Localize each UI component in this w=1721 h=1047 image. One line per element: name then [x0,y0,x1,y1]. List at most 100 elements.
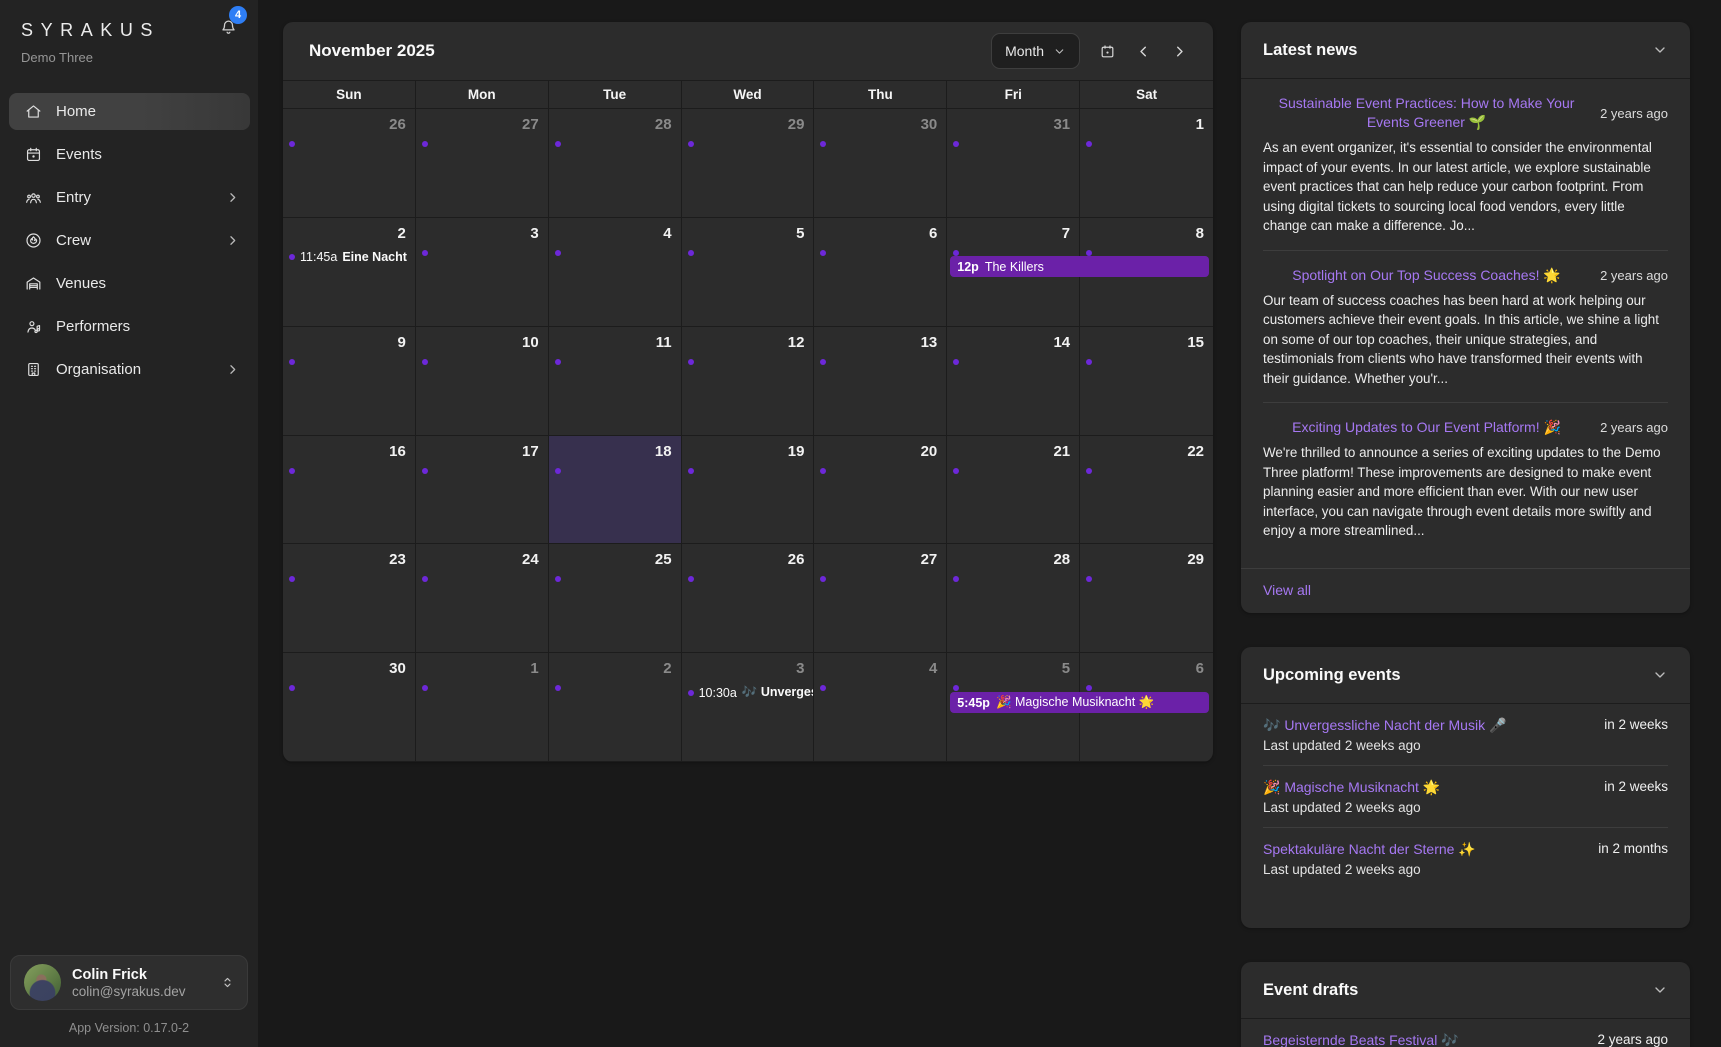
calendar-day-cell[interactable]: 9 [283,327,416,436]
view-all-link[interactable]: View all [1263,582,1311,598]
calendar-event[interactable] [555,468,681,474]
calendar-day-cell[interactable]: 15 [1080,327,1213,436]
calendar-day-cell[interactable]: 4 [814,653,947,762]
calendar-event[interactable] [688,141,814,147]
calendar-day-cell[interactable]: 28 [549,109,682,218]
calendar-event[interactable] [1086,359,1213,365]
sidebar-item-organisation[interactable]: Organisation [9,351,250,388]
calendar-event[interactable]: 10:30a 🎶 Unvergessliche Nacht der Musik … [688,685,814,700]
calendar-day-cell[interactable]: 16 [283,436,416,545]
calendar-event[interactable] [555,576,681,582]
calendar-event[interactable] [289,468,415,474]
calendar-day-cell[interactable]: 3 10:30a 🎶 Unvergessliche Nacht der Musi… [682,653,815,762]
calendar-event[interactable] [1086,685,1213,691]
collapse-drafts-button[interactable] [1652,982,1668,998]
calendar-event[interactable] [555,359,681,365]
calendar-event-bar[interactable]: 12p The Killers [950,256,1209,277]
calendar-day-cell[interactable]: 27 [814,544,947,653]
calendar-event[interactable] [953,250,1079,256]
next-month-button[interactable] [1171,43,1188,60]
upcoming-event-title[interactable]: 🎉 Magische Musiknacht 🌟 [1263,779,1440,796]
calendar-event[interactable] [1086,468,1213,474]
calendar-day-cell[interactable]: 23 [283,544,416,653]
calendar-event[interactable] [422,141,548,147]
notifications-button[interactable]: 4 [219,18,238,37]
calendar-day-cell[interactable]: 22 [1080,436,1213,545]
calendar-day-cell[interactable]: 14 [947,327,1080,436]
calendar-event-bar[interactable]: 5:45p 🎉 Magische Musiknacht 🌟 [950,692,1209,713]
view-selector-dropdown[interactable]: Month [991,33,1080,69]
collapse-upcoming-button[interactable] [1652,667,1668,683]
calendar-day-cell[interactable]: 1 [416,653,549,762]
calendar-event[interactable] [953,468,1079,474]
calendar-event[interactable] [953,576,1079,582]
calendar-day-cell[interactable]: 26 [682,544,815,653]
calendar-event[interactable] [555,685,681,691]
sidebar-item-venues[interactable]: Venues [9,265,250,302]
calendar-day-cell[interactable]: 3 [416,218,549,327]
calendar-event[interactable] [1086,576,1213,582]
calendar-event[interactable] [820,468,946,474]
event-draft-title[interactable]: Begeisternde Beats Festival 🎶 [1263,1032,1459,1047]
calendar-event[interactable] [289,141,415,147]
calendar-day-cell[interactable]: 18 [549,436,682,545]
calendar-day-cell[interactable]: 5 [682,218,815,327]
calendar-day-cell[interactable]: 24 [416,544,549,653]
calendar-event[interactable] [555,250,681,256]
calendar-event[interactable] [688,468,814,474]
calendar-event[interactable] [953,685,1079,691]
calendar-day-cell[interactable]: 25 [549,544,682,653]
calendar-day-cell[interactable]: 31 [947,109,1080,218]
calendar-day-cell[interactable]: 4 [549,218,682,327]
calendar-day-cell[interactable]: 13 [814,327,947,436]
news-item-title[interactable]: Sustainable Event Practices: How to Make… [1263,94,1590,132]
calendar-event[interactable] [422,685,548,691]
calendar-day-cell[interactable]: 30 [283,653,416,762]
calendar-event[interactable] [953,359,1079,365]
news-item-title[interactable]: Spotlight on Our Top Success Coaches! 🌟 [1263,266,1590,285]
upcoming-event-title[interactable]: 🎶 Unvergessliche Nacht der Musik 🎤 [1263,717,1506,734]
calendar-event[interactable] [422,468,548,474]
calendar-day-cell[interactable]: 30 [814,109,947,218]
upcoming-event-title[interactable]: Spektakuläre Nacht der Sterne ✨ [1263,841,1476,858]
calendar-day-cell[interactable]: 17 [416,436,549,545]
calendar-event[interactable] [422,359,548,365]
calendar-event[interactable] [820,359,946,365]
calendar-day-cell[interactable]: 26 [283,109,416,218]
calendar-event[interactable] [1086,141,1213,147]
calendar-event[interactable] [422,576,548,582]
calendar-event[interactable]: 11:45a Eine Nacht [289,250,415,264]
news-item-title[interactable]: Exciting Updates to Our Event Platform! … [1263,418,1590,437]
sidebar-item-home[interactable]: Home [9,93,250,130]
calendar-event[interactable] [1086,250,1213,256]
sidebar-item-performers[interactable]: Performers [9,308,250,345]
sidebar-item-entry[interactable]: Entry [9,179,250,216]
calendar-day-cell[interactable]: 29 [682,109,815,218]
user-menu[interactable]: Colin Frick colin@syrakus.dev [10,955,248,1010]
sidebar-item-events[interactable]: Events [9,136,250,173]
calendar-event[interactable] [820,250,946,256]
calendar-day-cell[interactable]: 11 [549,327,682,436]
calendar-event[interactable] [820,685,946,691]
calendar-day-cell[interactable]: 27 [416,109,549,218]
calendar-event[interactable] [820,141,946,147]
today-button[interactable] [1099,43,1116,60]
calendar-day-cell[interactable]: 20 [814,436,947,545]
calendar-event[interactable] [289,685,415,691]
calendar-day-cell[interactable]: 2 [549,653,682,762]
calendar-day-cell[interactable]: 28 [947,544,1080,653]
calendar-event[interactable] [422,250,548,256]
calendar-day-cell[interactable]: 29 [1080,544,1213,653]
calendar-event[interactable] [555,141,681,147]
calendar-event[interactable] [688,359,814,365]
collapse-news-button[interactable] [1652,42,1668,58]
prev-month-button[interactable] [1135,43,1152,60]
calendar-day-cell[interactable]: 2 11:45a Eine Nacht [283,218,416,327]
calendar-day-cell[interactable]: 19 [682,436,815,545]
calendar-day-cell[interactable]: 6 [814,218,947,327]
calendar-day-cell[interactable]: 21 [947,436,1080,545]
calendar-day-cell[interactable]: 10 [416,327,549,436]
calendar-event[interactable] [953,141,1079,147]
calendar-day-cell[interactable]: 1 [1080,109,1213,218]
sidebar-item-crew[interactable]: Crew [9,222,250,259]
